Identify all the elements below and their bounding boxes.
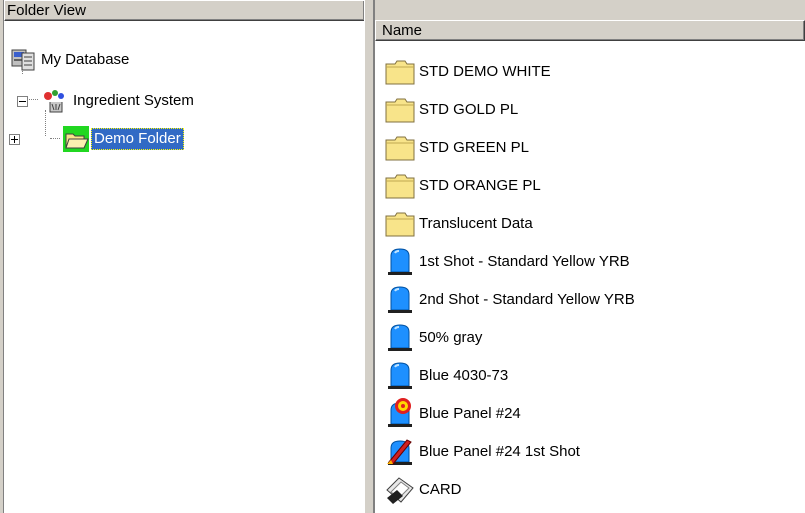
name-column-header[interactable]: Name [375, 20, 805, 41]
item-label: 1st Shot - Standard Yellow YRB [419, 252, 630, 270]
list-item[interactable]: 1st Shot - Standard Yellow YRB [383, 242, 630, 280]
list-item[interactable]: Translucent Data [383, 204, 533, 242]
item-label: Translucent Data [419, 214, 533, 232]
folder-view-pane: Folder View My Database Ingredient Syste… [3, 0, 365, 513]
standard-sample-icon [383, 282, 417, 316]
list-item[interactable]: STD DEMO WHITE [383, 52, 551, 90]
pane-splitter[interactable] [364, 0, 374, 513]
collapse-toggle[interactable] [17, 95, 28, 107]
item-label: STD GREEN PL [419, 138, 530, 156]
standard-sample-icon [383, 358, 417, 392]
item-label: CARD [419, 480, 462, 498]
list-item[interactable]: 50% gray [383, 318, 482, 356]
ingredient-system-icon [42, 88, 68, 114]
item-label: 50% gray [419, 328, 483, 346]
item-label: Blue Panel #24 [419, 404, 521, 422]
folder-icon [383, 130, 417, 164]
expand-toggle[interactable] [9, 134, 20, 145]
rocket-sample-icon [383, 434, 417, 468]
standard-sample-icon [383, 244, 417, 278]
folder-icon [383, 54, 417, 88]
list-pane: Name STD DEMO WHITE STD GOLD PL STD GREE… [374, 0, 805, 513]
item-label: STD ORANGE PL [419, 176, 541, 194]
list-header-spacer [375, 0, 805, 20]
list-item[interactable]: STD GREEN PL [383, 128, 529, 166]
tree-item-demo-folder[interactable]: Demo Folder [9, 126, 184, 152]
card-icon [383, 472, 417, 506]
database-icon [10, 47, 36, 73]
list-item[interactable]: STD GOLD PL [383, 90, 518, 128]
item-label: Blue Panel #24 1st Shot [419, 442, 580, 460]
tree-item-label: Demo Folder [91, 128, 184, 150]
standard-sample-icon [383, 320, 417, 354]
list-item[interactable]: 2nd Shot - Standard Yellow YRB [383, 280, 635, 318]
list-item[interactable]: Blue Panel #24 1st Shot [383, 432, 580, 470]
item-label: STD GOLD PL [419, 100, 519, 118]
open-folder-icon [63, 126, 89, 152]
item-label: Blue 4030-73 [419, 366, 509, 384]
tree-item-ingredient-system[interactable]: Ingredient System [17, 89, 197, 113]
list-item[interactable]: Blue Panel #24 [383, 394, 521, 432]
folder-view-header[interactable]: Folder View [4, 0, 365, 21]
item-label: 2nd Shot - Standard Yellow YRB [419, 290, 635, 308]
tree-item-label: My Database [41, 51, 130, 68]
folder-icon [383, 92, 417, 126]
list-item[interactable]: CARD [383, 470, 462, 508]
flagged-sample-icon [383, 396, 417, 430]
tree-item-label: Ingredient System [73, 92, 194, 109]
list-item[interactable]: Blue 4030-73 [383, 356, 508, 394]
folder-tree: My Database Ingredient System Demo Folde… [4, 38, 365, 513]
folder-icon [383, 206, 417, 240]
tree-item-my-database[interactable]: My Database [10, 48, 132, 72]
list-item[interactable]: STD ORANGE PL [383, 166, 541, 204]
item-label: STD DEMO WHITE [419, 62, 551, 80]
folder-icon [383, 168, 417, 202]
tree-connector [50, 138, 60, 140]
